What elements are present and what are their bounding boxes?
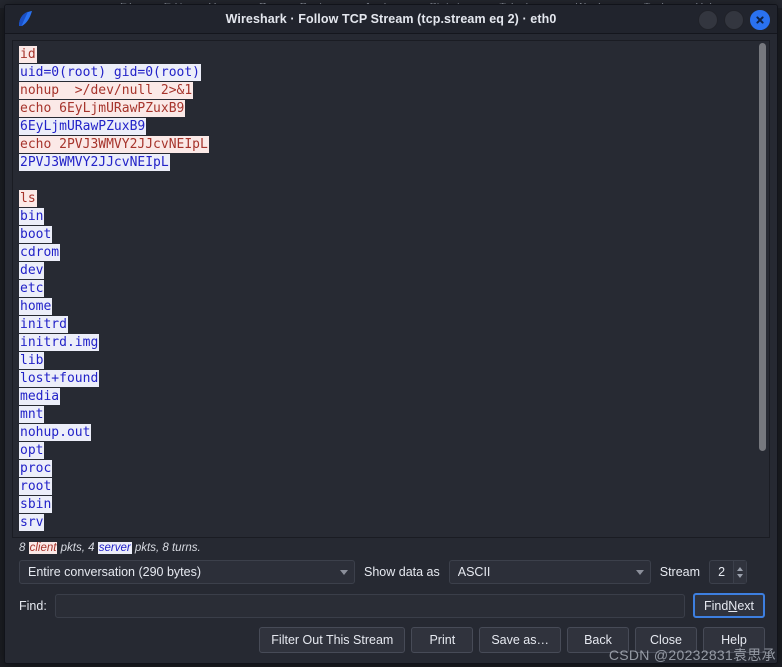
show-data-as-select[interactable]: ASCII: [448, 560, 651, 584]
conversation-select-value: Entire conversation (290 bytes): [28, 565, 202, 579]
vertical-scrollbar-thumb[interactable]: [759, 43, 766, 452]
dialog-button-row: Filter Out This Stream Print Save as… Ba…: [19, 627, 765, 653]
stream-controls-row: Entire conversation (290 bytes) Show dat…: [19, 560, 765, 584]
server-data-segment: opt: [19, 442, 45, 459]
help-button[interactable]: Help: [703, 627, 765, 653]
server-data-segment: uid=0(root) gid=0(root): [19, 64, 202, 81]
server-data-segment: root: [19, 478, 53, 495]
stream-line: echo 6EyLjmURawPZuxB9: [19, 100, 769, 118]
close-x-icon: [756, 16, 764, 24]
server-data-segment: home: [19, 298, 53, 315]
server-data-segment: 6EyLjmURawPZuxB9: [19, 118, 147, 135]
chevron-down-icon: [340, 569, 348, 575]
status-middle-text: pkts,: [57, 542, 89, 554]
server-data-segment: cdrom: [19, 244, 61, 261]
find-next-suffix: ext: [737, 598, 754, 613]
stream-line: bin: [19, 208, 769, 226]
close-dialog-button[interactable]: Close: [635, 627, 697, 653]
find-next-prefix: Find: [703, 598, 729, 613]
server-data-segment: initrd: [19, 316, 68, 333]
stream-line: 2PVJ3WMVY2JJcvNEIpL: [19, 154, 769, 172]
server-data-segment: lost+found: [19, 370, 100, 387]
stream-line: id: [19, 46, 769, 64]
client-data-segment: nohup >/dev/null 2>&1: [19, 82, 194, 99]
maximize-button[interactable]: [724, 10, 744, 30]
client-data-segment: echo 6EyLjmURawPZuxB9: [19, 100, 186, 117]
client-data-segment: ls: [19, 190, 37, 207]
stream-line: initrd.img: [19, 334, 769, 352]
find-input[interactable]: [54, 593, 685, 618]
client-data-segment: id: [19, 46, 37, 63]
find-row: Find: Find Next: [19, 593, 765, 618]
stepper-down-icon[interactable]: [737, 573, 744, 578]
wireshark-fin-icon: [13, 9, 39, 29]
server-data-segment: srv: [19, 514, 45, 531]
client-data-segment: echo 2PVJ3WMVY2JJcvNEIpL: [19, 136, 209, 153]
stream-line: 6EyLjmURawPZuxB9: [19, 118, 769, 136]
window-controls: [698, 10, 770, 30]
print-button[interactable]: Print: [411, 627, 474, 653]
stream-status-line: 8 client pkts, 4 server pkts, 8 turns.: [19, 542, 767, 554]
server-data-segment: nohup.out: [19, 424, 92, 441]
dialog-title: Wireshark · Follow TCP Stream (tcp.strea…: [225, 12, 557, 26]
server-data-segment: initrd.img: [19, 334, 100, 351]
stream-line: proc: [19, 460, 769, 478]
stream-line: [19, 172, 769, 190]
stream-stepper-arrows[interactable]: [733, 561, 747, 583]
stream-line: nohup >/dev/null 2>&1: [19, 82, 769, 100]
server-data-segment: 2PVJ3WMVY2JJcvNEIpL: [19, 154, 170, 171]
minimize-button[interactable]: [698, 10, 718, 30]
stream-text-area[interactable]: id uid=0(root) gid=0(root) nohup >/dev/nul…: [13, 41, 769, 537]
find-label: Find:: [19, 598, 47, 613]
dialog-title-bar: Wireshark · Follow TCP Stream (tcp.strea…: [5, 5, 777, 34]
stream-line: cdrom: [19, 244, 769, 262]
server-data-segment: bin: [19, 208, 45, 225]
server-data-segment: media: [19, 388, 61, 405]
server-label: server: [97, 542, 132, 554]
stream-line: initrd: [19, 316, 769, 334]
stream-line: srv: [19, 514, 769, 532]
stream-line: media: [19, 388, 769, 406]
stream-line: etc: [19, 280, 769, 298]
server-data-segment: lib: [19, 352, 45, 369]
stream-line: sbin: [19, 496, 769, 514]
save-as-button[interactable]: Save as…: [479, 627, 561, 653]
stream-number-value: 2: [718, 565, 726, 579]
find-next-button[interactable]: Find Next: [692, 593, 765, 618]
vertical-scrollbar[interactable]: [758, 43, 767, 535]
find-next-mnemonic: N: [728, 598, 738, 613]
close-button[interactable]: [750, 10, 770, 30]
stream-line: lost+found: [19, 370, 769, 388]
server-data-segment: proc: [19, 460, 53, 477]
server-data-segment: etc: [19, 280, 45, 297]
client-label: client: [28, 542, 58, 554]
stream-number-stepper[interactable]: 2: [709, 560, 748, 584]
show-data-as-label: Show data as: [364, 565, 440, 579]
stream-line: echo 2PVJ3WMVY2JJcvNEIpL: [19, 136, 769, 154]
stepper-up-icon[interactable]: [737, 566, 744, 571]
chevron-down-icon: [635, 569, 644, 575]
back-button[interactable]: Back: [567, 627, 629, 653]
server-data-segment: dev: [19, 262, 45, 279]
filter-out-this-stream-button[interactable]: Filter Out This Stream: [259, 627, 406, 653]
stream-line: root: [19, 478, 769, 496]
stream-line: uid=0(root) gid=0(root): [19, 64, 769, 82]
stream-line: ls: [19, 190, 769, 208]
stream-line: opt: [19, 442, 769, 460]
stream-line: boot: [19, 226, 769, 244]
stream-line: dev: [19, 262, 769, 280]
show-data-as-value: ASCII: [457, 565, 491, 579]
stream-content-panel: id uid=0(root) gid=0(root) nohup >/dev/nul…: [12, 40, 770, 538]
server-data-segment: boot: [19, 226, 53, 243]
stream-line: lib: [19, 352, 769, 370]
server-data-segment: sbin: [19, 496, 53, 513]
conversation-select[interactable]: Entire conversation (290 bytes): [19, 560, 355, 584]
status-tail-text: pkts, 8 turns.: [131, 542, 201, 554]
server-data-segment: mnt: [19, 406, 45, 423]
stream-line: home: [19, 298, 769, 316]
follow-tcp-stream-dialog: Wireshark · Follow TCP Stream (tcp.strea…: [4, 4, 778, 664]
stream-label: Stream: [659, 565, 701, 579]
stream-line: nohup.out: [19, 424, 769, 442]
stream-line: mnt: [19, 406, 769, 424]
